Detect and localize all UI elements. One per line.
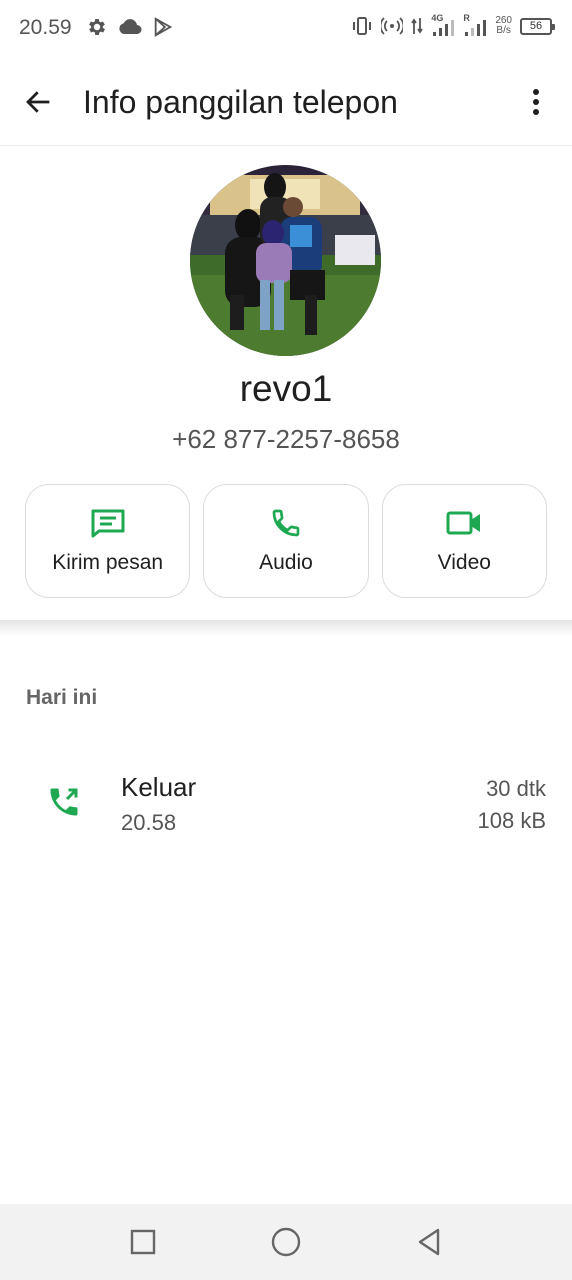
status-left-icons: [86, 16, 174, 38]
battery-icon: 56: [520, 17, 555, 35]
contact-name: revo1: [239, 368, 333, 409]
home-button[interactable]: [268, 1224, 304, 1260]
status-time: 20.59: [19, 16, 72, 39]
send-message-button[interactable]: Kirim pesan: [25, 484, 191, 598]
call-log-row[interactable]: Keluar 20.58 30 dtk 108 kB: [0, 760, 572, 850]
call-duration: 30 dtk: [486, 776, 546, 801]
call-data-size: 108 kB: [477, 808, 547, 833]
page-title: Info panggilan telepon: [83, 84, 398, 120]
back-nav-button[interactable]: [411, 1224, 447, 1260]
outgoing-call-icon: [50, 788, 78, 816]
triangle-back-icon: [418, 1228, 440, 1256]
hotspot-icon: [381, 17, 404, 35]
avatar-photo: [190, 165, 381, 356]
video-call-button[interactable]: Video: [381, 484, 547, 598]
arrow-left-icon: [26, 91, 50, 113]
back-button[interactable]: [18, 82, 58, 122]
square-icon: [130, 1229, 156, 1255]
status-bar: 20.59 4G R 260 B/s 56: [0, 0, 572, 58]
more-vert-icon: [533, 89, 539, 115]
net-speed: 260 B/s: [495, 16, 512, 36]
history-section-title: Hari ini: [26, 686, 98, 709]
contact-avatar[interactable]: [190, 165, 381, 356]
vibrate-icon: [353, 17, 372, 35]
send-message-label: Kirim pesan: [52, 551, 164, 574]
phone-icon: [266, 505, 306, 541]
cloud-icon: [119, 19, 142, 34]
section-divider: [0, 620, 572, 636]
audio-call-button[interactable]: Audio: [203, 484, 369, 598]
contact-phone: +62 877-2257-8658: [172, 424, 400, 454]
status-right-icons: 4G R 260 B/s 56: [351, 13, 555, 37]
system-nav-bar: [0, 1204, 572, 1280]
message-icon: [88, 505, 128, 541]
video-call-label: Video: [437, 551, 491, 574]
app-bar: Info panggilan telepon: [0, 58, 572, 146]
audio-call-label: Audio: [259, 551, 313, 574]
play-store-icon: [154, 17, 173, 37]
more-options-button[interactable]: [520, 82, 552, 122]
gear-icon: [89, 19, 105, 35]
call-time: 20.58: [121, 810, 177, 835]
signal-icon-2: [465, 20, 487, 36]
action-buttons: Kirim pesan Audio Video: [25, 484, 547, 598]
videocam-icon: [444, 505, 484, 541]
signal-roaming: R: [463, 13, 487, 37]
circle-icon: [271, 1227, 301, 1257]
call-type: Keluar: [121, 772, 197, 802]
signal-icon: [433, 20, 455, 36]
signal-4g: 4G: [431, 13, 455, 37]
data-arrows-icon: [411, 18, 424, 34]
recents-button[interactable]: [125, 1224, 161, 1260]
net-speed-unit: B/s: [496, 25, 511, 36]
